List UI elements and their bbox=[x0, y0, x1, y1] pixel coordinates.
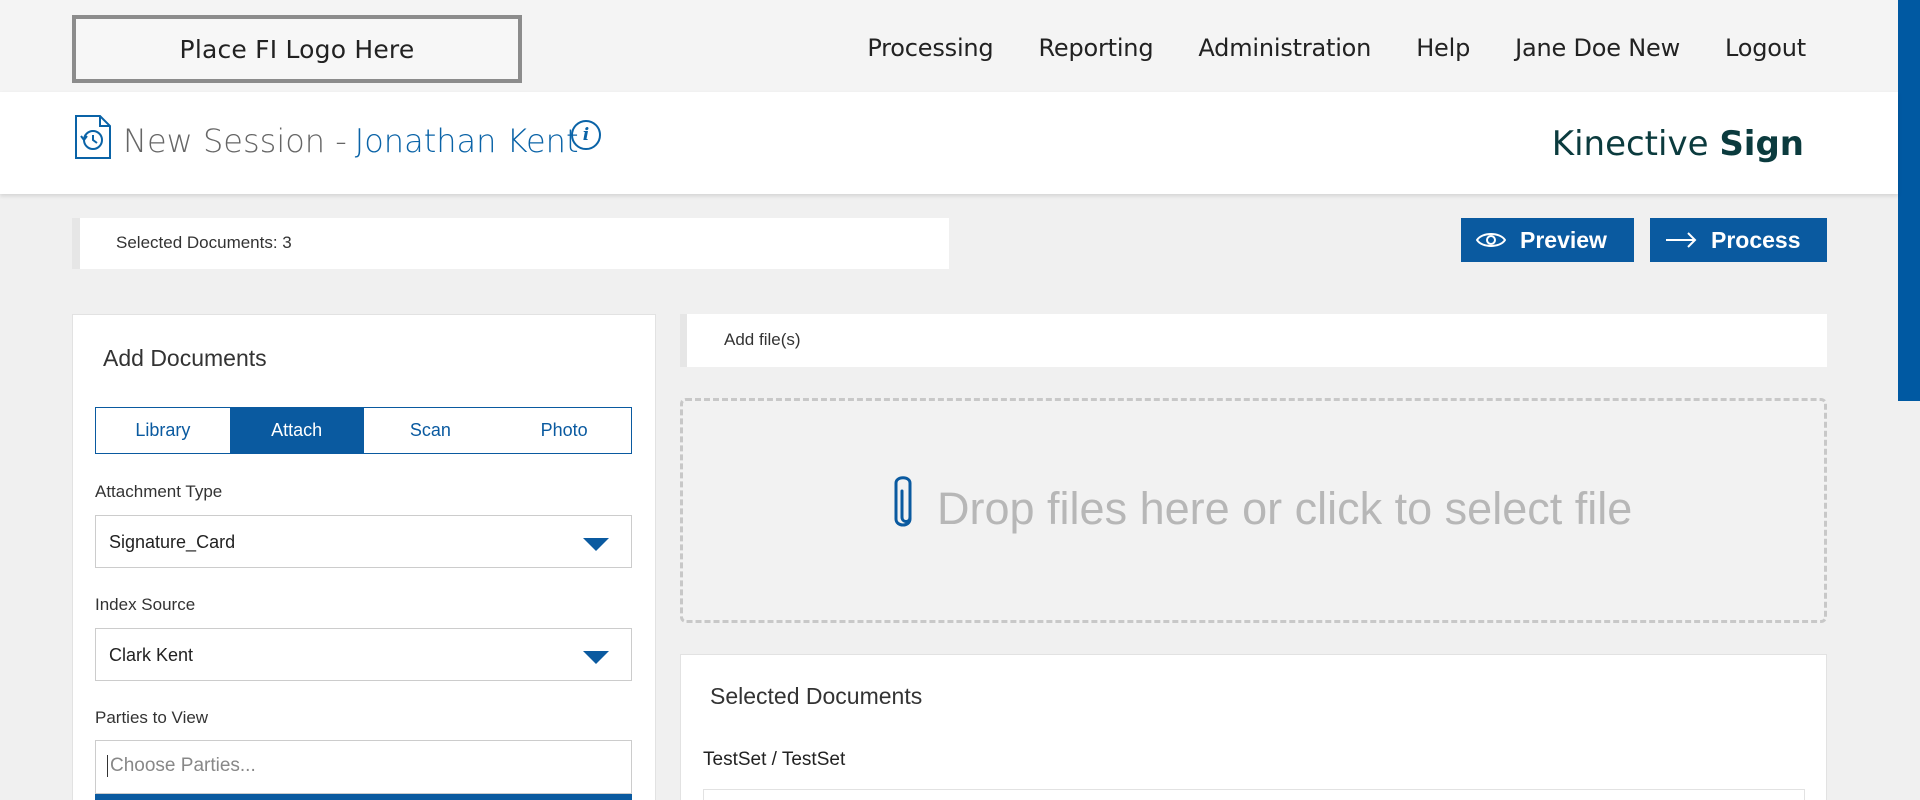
tab-library[interactable]: Library bbox=[96, 408, 230, 453]
nav-user-menu[interactable]: Jane Doe New bbox=[1515, 34, 1680, 62]
brand-bold: Sign bbox=[1719, 124, 1804, 164]
selected-documents-count: Selected Documents: 3 bbox=[116, 233, 292, 252]
file-dropzone[interactable]: Drop files here or click to select file bbox=[680, 398, 1827, 623]
paperclip-icon bbox=[894, 476, 912, 527]
page-title: New Session - Jonathan Kent bbox=[123, 122, 578, 160]
add-files-bar: Add file(s) bbox=[680, 314, 1827, 367]
add-files-label: Add file(s) bbox=[724, 330, 801, 349]
tab-photo[interactable]: Photo bbox=[497, 408, 631, 453]
nav-administration[interactable]: Administration bbox=[1198, 34, 1371, 62]
parties-to-view-label: Parties to View bbox=[95, 708, 209, 727]
attachment-type-label: Attachment Type bbox=[95, 482, 223, 501]
selected-documents-title: Selected Documents bbox=[710, 683, 923, 709]
index-source-label: Index Source bbox=[95, 595, 196, 614]
parties-input[interactable] bbox=[107, 755, 607, 777]
eye-icon bbox=[1476, 233, 1506, 247]
add-documents-title: Add Documents bbox=[103, 345, 267, 371]
dropzone-text: Drop files here or click to select file bbox=[937, 483, 1633, 534]
main-nav: Processing Reporting Administration Help… bbox=[822, 34, 1806, 62]
history-document-icon bbox=[75, 115, 111, 159]
attachment-type-value: Signature_Card bbox=[109, 532, 236, 552]
nav-logout[interactable]: Logout bbox=[1725, 34, 1806, 62]
parties-to-view-field[interactable] bbox=[95, 740, 632, 794]
index-source-select[interactable]: Clark Kent bbox=[95, 628, 632, 681]
info-icon[interactable]: i bbox=[571, 120, 601, 150]
chevron-down-icon bbox=[583, 538, 609, 551]
scrollbar-thumb[interactable] bbox=[1898, 0, 1920, 401]
nav-reporting[interactable]: Reporting bbox=[1038, 34, 1153, 62]
customer-name[interactable]: Jonathan Kent bbox=[355, 122, 579, 160]
process-button-label: Process bbox=[1711, 226, 1801, 253]
tab-scan[interactable]: Scan bbox=[364, 408, 498, 453]
session-title-prefix: New Session - bbox=[123, 122, 347, 160]
nav-help[interactable]: Help bbox=[1416, 34, 1470, 62]
brand-light: Kinective bbox=[1551, 124, 1709, 164]
attachment-type-select[interactable]: Signature_Card bbox=[95, 515, 632, 568]
add-documents-panel: Add Documents Library Attach Scan Photo … bbox=[72, 314, 656, 800]
session-header: New Session - Jonathan Kent i Kinective S… bbox=[0, 92, 1898, 194]
arrow-right-icon bbox=[1666, 232, 1697, 248]
parties-dropdown-highlight[interactable] bbox=[95, 794, 632, 800]
preview-button-label: Preview bbox=[1520, 226, 1607, 253]
process-button[interactable]: Process bbox=[1650, 218, 1827, 262]
nav-processing[interactable]: Processing bbox=[867, 34, 993, 62]
institution-logo-placeholder[interactable]: Place FI Logo Here bbox=[72, 15, 522, 83]
selected-documents-panel: Selected Documents TestSet / TestSet bbox=[680, 654, 1827, 800]
index-source-value: Clark Kent bbox=[109, 645, 194, 665]
tab-attach[interactable]: Attach bbox=[229, 408, 364, 453]
preview-button[interactable]: Preview bbox=[1461, 218, 1634, 262]
document-source-tabs: Library Attach Scan Photo bbox=[95, 407, 632, 454]
selected-documents-summary: Selected Documents: 3 bbox=[72, 218, 949, 269]
chevron-down-icon bbox=[583, 651, 609, 664]
document-set-name: TestSet / TestSet bbox=[703, 749, 846, 770]
top-navigation-bar: Place FI Logo Here Processing Reporting … bbox=[0, 0, 1898, 92]
document-list-row[interactable] bbox=[703, 789, 1805, 800]
brand-logo: Kinective Sign bbox=[1552, 124, 1804, 164]
